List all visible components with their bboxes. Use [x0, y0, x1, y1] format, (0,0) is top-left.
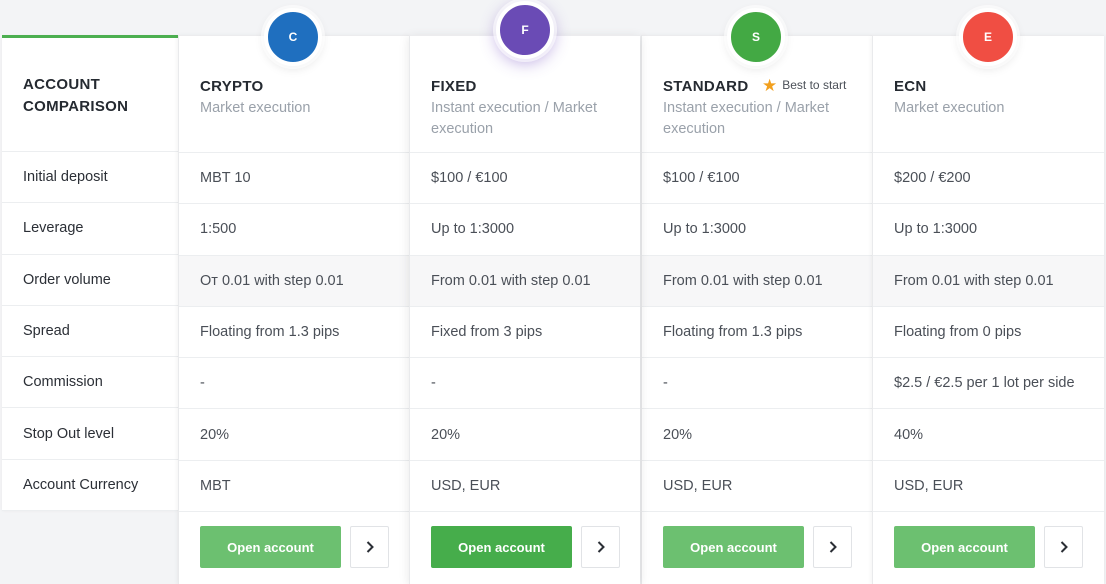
- account-actions: Open account: [663, 526, 852, 568]
- row-label-spread: Spread: [2, 306, 178, 358]
- value-spread: Fixed from 3 pips: [410, 307, 640, 359]
- open-account-button-standard[interactable]: Open account: [663, 526, 804, 568]
- comparison-header: ACCOUNT COMPARISON: [2, 38, 178, 152]
- row-label-initial-deposit: Initial deposit: [2, 152, 178, 204]
- account-actions: Open account: [894, 526, 1083, 568]
- account-card-crypto: CRYPTO Market execution MBT 10 1:500 От …: [178, 35, 409, 584]
- value-initial-deposit: $100 / €100: [410, 153, 640, 205]
- value-stop-out-level: 20%: [410, 409, 640, 461]
- row-label-account-currency: Account Currency: [2, 460, 178, 512]
- account-name: ECN: [894, 78, 927, 95]
- value-commission: -: [642, 358, 872, 410]
- account-card-fixed: FIXED Instant execution / Market executi…: [409, 35, 640, 584]
- account-card-standard: STANDARD Instant execution / Market exec…: [641, 35, 872, 584]
- value-spread: Floating from 1.3 pips: [179, 307, 409, 359]
- chevron-right-icon: [1060, 541, 1068, 553]
- account-card-ecn: ECN Market execution $200 / €200 Up to 1…: [872, 35, 1104, 584]
- comparison-title-line1: ACCOUNT: [23, 76, 101, 93]
- value-order-volume: From 0.01 with step 0.01: [410, 255, 640, 307]
- details-arrow-button-fixed[interactable]: [581, 526, 620, 568]
- value-leverage: Up to 1:3000: [642, 204, 872, 256]
- value-order-volume: From 0.01 with step 0.01: [642, 255, 872, 307]
- avatar-standard: S: [727, 8, 785, 66]
- chevron-right-icon: [597, 541, 605, 553]
- value-account-currency: USD, EUR: [873, 461, 1104, 513]
- avatar-ecn: E: [959, 8, 1017, 66]
- comparison-label-column: ACCOUNT COMPARISON Initial deposit Lever…: [2, 35, 178, 512]
- account-execution: Market execution: [200, 100, 311, 116]
- account-name: CRYPTO: [200, 78, 264, 95]
- chevron-right-icon: [829, 541, 837, 553]
- row-label-commission: Commission: [2, 357, 178, 409]
- value-initial-deposit: MBT 10: [179, 153, 409, 205]
- value-initial-deposit: $100 / €100: [642, 153, 872, 205]
- value-initial-deposit: $200 / €200: [873, 153, 1104, 205]
- badge-label: Best to start: [782, 78, 847, 92]
- value-commission: $2.5 / €2.5 per 1 lot per side: [873, 358, 1104, 410]
- account-actions: Open account: [431, 526, 620, 568]
- row-label-leverage: Leverage: [2, 203, 178, 255]
- value-leverage: 1:500: [179, 204, 409, 256]
- account-execution: Instant execution / Market execution: [431, 100, 598, 137]
- value-stop-out-level: 20%: [179, 409, 409, 461]
- comparison-title-line2: COMPARISON: [23, 98, 129, 115]
- account-execution: Market execution: [894, 100, 1005, 116]
- row-label-order-volume: Order volume: [2, 254, 178, 306]
- value-leverage: Up to 1:3000: [410, 204, 640, 256]
- details-arrow-button-ecn[interactable]: [1044, 526, 1083, 568]
- value-commission: -: [410, 358, 640, 410]
- value-account-currency: USD, EUR: [410, 461, 640, 513]
- value-order-volume: От 0.01 with step 0.01: [179, 255, 409, 307]
- avatar-crypto: C: [264, 8, 322, 66]
- account-name: FIXED: [431, 78, 477, 95]
- value-stop-out-level: 40%: [873, 409, 1104, 461]
- value-spread: Floating from 1.3 pips: [642, 307, 872, 359]
- account-actions: Open account: [200, 526, 389, 568]
- value-account-currency: USD, EUR: [642, 461, 872, 513]
- value-spread: Floating from 0 pips: [873, 307, 1104, 359]
- details-arrow-button-standard[interactable]: [813, 526, 852, 568]
- value-stop-out-level: 20%: [642, 409, 872, 461]
- value-order-volume: From 0.01 with step 0.01: [873, 255, 1104, 307]
- avatar-fixed: F: [496, 1, 554, 59]
- row-label-stop-out-level: Stop Out level: [2, 408, 178, 460]
- account-comparison-board: ACCOUNT COMPARISON Initial deposit Lever…: [0, 0, 1106, 584]
- best-to-start-badge: ★ Best to start: [762, 76, 846, 96]
- account-execution: Instant execution / Market execution: [663, 100, 830, 137]
- open-account-button-crypto[interactable]: Open account: [200, 526, 341, 568]
- value-leverage: Up to 1:3000: [873, 204, 1104, 256]
- open-account-button-ecn[interactable]: Open account: [894, 526, 1035, 568]
- open-account-button-fixed[interactable]: Open account: [431, 526, 572, 568]
- value-account-currency: MBT: [179, 461, 409, 513]
- details-arrow-button-crypto[interactable]: [350, 526, 389, 568]
- value-commission: -: [179, 358, 409, 410]
- star-icon: ★: [762, 76, 778, 95]
- chevron-right-icon: [366, 541, 374, 553]
